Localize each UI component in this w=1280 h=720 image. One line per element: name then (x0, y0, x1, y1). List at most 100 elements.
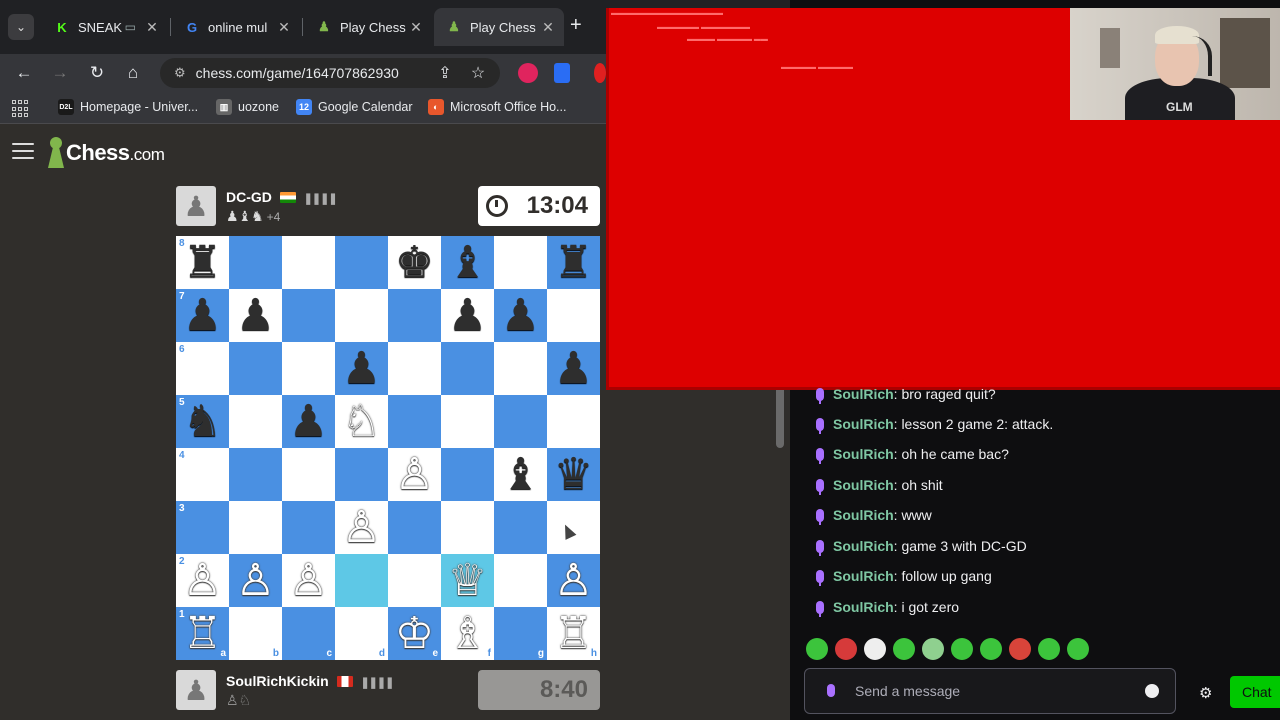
close-icon[interactable]: ✕ (274, 19, 294, 36)
square-b2[interactable]: ♙ (229, 554, 282, 607)
square-e4[interactable]: ♙ (388, 448, 441, 501)
bookmark-uozone[interactable]: ▥ uozone (216, 99, 279, 115)
white-pawn-icon[interactable]: ♙ (289, 554, 328, 607)
square-d4[interactable] (335, 448, 388, 501)
square-g7[interactable]: ♟ (494, 289, 547, 342)
square-h1[interactable]: h ♖ (547, 607, 600, 660)
menu-icon[interactable] (12, 143, 34, 161)
home-button[interactable]: ⌂ (122, 62, 144, 84)
black-pawn-icon[interactable]: ♟ (342, 342, 381, 395)
square-g5[interactable] (494, 395, 547, 448)
extension-icon[interactable] (594, 63, 606, 83)
square-d8[interactable] (335, 236, 388, 289)
square-e3[interactable] (388, 501, 441, 554)
square-h8[interactable]: ♜ (547, 236, 600, 289)
white-bishop-icon[interactable]: ♗ (448, 607, 487, 660)
new-tab-button[interactable]: + (570, 15, 582, 35)
white-pawn-icon[interactable]: ♙ (342, 501, 381, 554)
chat-username[interactable]: SoulRich (833, 386, 894, 402)
avatar[interactable]: ♟ (176, 186, 216, 226)
reload-button[interactable]: ↻ (86, 62, 108, 84)
square-e1[interactable]: e ♔ (388, 607, 441, 660)
chess-logo[interactable]: Chess.com (46, 137, 165, 169)
tab-play-chess-1[interactable]: ♟ Play Chess ✕ (304, 8, 432, 46)
white-queen-icon[interactable]: ♕ (448, 554, 487, 607)
square-a8[interactable]: 8 ♜ (176, 236, 229, 289)
square-f7[interactable]: ♟ (441, 289, 494, 342)
apps-icon[interactable] (12, 100, 30, 118)
square-d5[interactable]: ♘ (335, 395, 388, 448)
black-bishop-icon[interactable]: ♝ (448, 236, 487, 289)
black-pawn-icon[interactable]: ♟ (183, 289, 222, 342)
emote-icon[interactable] (864, 638, 886, 660)
back-button[interactable]: ← (13, 62, 35, 84)
square-e2[interactable] (388, 554, 441, 607)
square-g4[interactable]: ♝ (494, 448, 547, 501)
emote-icon[interactable] (835, 638, 857, 660)
square-h5[interactable] (547, 395, 600, 448)
extension-icon[interactable] (518, 63, 538, 83)
square-g6[interactable] (494, 342, 547, 395)
tab-play-chess-2[interactable]: ♟ Play Chess ✕ (434, 8, 564, 46)
square-h7[interactable] (547, 289, 600, 342)
square-g3[interactable] (494, 501, 547, 554)
square-d7[interactable] (335, 289, 388, 342)
tab-kick[interactable]: K SNEAK ▭ ✕ (42, 8, 168, 46)
square-g1[interactable]: g (494, 607, 547, 660)
square-h4[interactable]: ♛ (547, 448, 600, 501)
gear-icon[interactable]: ⚙ (1199, 684, 1212, 702)
square-a3[interactable]: 3 (176, 501, 229, 554)
chat-username[interactable]: SoulRich (833, 416, 894, 432)
extension-icon[interactable] (554, 63, 570, 83)
square-f3[interactable] (441, 501, 494, 554)
tab-google[interactable]: G online mul ✕ (172, 8, 300, 46)
chat-username[interactable]: SoulRich (833, 507, 894, 523)
emote-icon[interactable] (951, 638, 973, 660)
square-a6[interactable]: 6 (176, 342, 229, 395)
black-king-icon[interactable]: ♚ (395, 236, 434, 289)
square-f6[interactable] (441, 342, 494, 395)
square-h6[interactable]: ♟ (547, 342, 600, 395)
square-c1[interactable]: c (282, 607, 335, 660)
square-c2[interactable]: ♙ (282, 554, 335, 607)
square-f8[interactable]: ♝ (441, 236, 494, 289)
square-g2[interactable] (494, 554, 547, 607)
square-a2[interactable]: 2 ♙ (176, 554, 229, 607)
white-pawn-icon[interactable]: ♙ (554, 554, 593, 607)
chess-board[interactable]: 8 ♜ ♚ ♝ ♜ 7 ♟ ♟ ♟ ♟ 6 ♟ ♟ 5 ♞ ♟ ♘ 4 ♙ ♝ ♛ 3 ♙ 2 ♙ ♙ ♙ ♕ ♙ 1 a ♖ b c d e ♔ f ♗ g… (176, 236, 600, 660)
close-icon[interactable]: ✕ (142, 19, 162, 36)
square-a7[interactable]: 7 ♟ (176, 289, 229, 342)
square-b6[interactable] (229, 342, 282, 395)
forward-button[interactable]: → (49, 62, 71, 84)
square-b8[interactable] (229, 236, 282, 289)
bottom-player-name[interactable]: SoulRichKickin (226, 673, 329, 689)
black-pawn-icon[interactable]: ♟ (236, 289, 275, 342)
emote-icon[interactable] (1067, 638, 1089, 660)
white-pawn-icon[interactable]: ♙ (183, 554, 222, 607)
white-pawn-icon[interactable]: ♙ (236, 554, 275, 607)
square-c4[interactable] (282, 448, 335, 501)
emote-icon[interactable] (1009, 638, 1031, 660)
square-f1[interactable]: f ♗ (441, 607, 494, 660)
chat-username[interactable]: SoulRich (833, 568, 894, 584)
white-rook-icon[interactable]: ♖ (183, 607, 222, 660)
white-pawn-icon[interactable]: ♙ (395, 448, 434, 501)
bookmark-google-calendar[interactable]: 12 Google Calendar (296, 99, 413, 115)
square-b1[interactable]: b (229, 607, 282, 660)
black-knight-icon[interactable]: ♞ (183, 395, 222, 448)
square-c5[interactable]: ♟ (282, 395, 335, 448)
square-d2[interactable] (335, 554, 388, 607)
square-a5[interactable]: 5 ♞ (176, 395, 229, 448)
black-pawn-icon[interactable]: ♟ (289, 395, 328, 448)
square-f4[interactable] (441, 448, 494, 501)
bookmark-microsoft-office[interactable]: ◐ Microsoft Office Ho... (428, 99, 566, 115)
square-b5[interactable] (229, 395, 282, 448)
square-b3[interactable] (229, 501, 282, 554)
square-f5[interactable] (441, 395, 494, 448)
square-e8[interactable]: ♚ (388, 236, 441, 289)
emoji-icon[interactable] (1145, 684, 1159, 698)
chat-username[interactable]: SoulRich (833, 446, 894, 462)
square-a1[interactable]: 1 a ♖ (176, 607, 229, 660)
square-c3[interactable] (282, 501, 335, 554)
black-bishop-icon[interactable]: ♝ (501, 448, 540, 501)
